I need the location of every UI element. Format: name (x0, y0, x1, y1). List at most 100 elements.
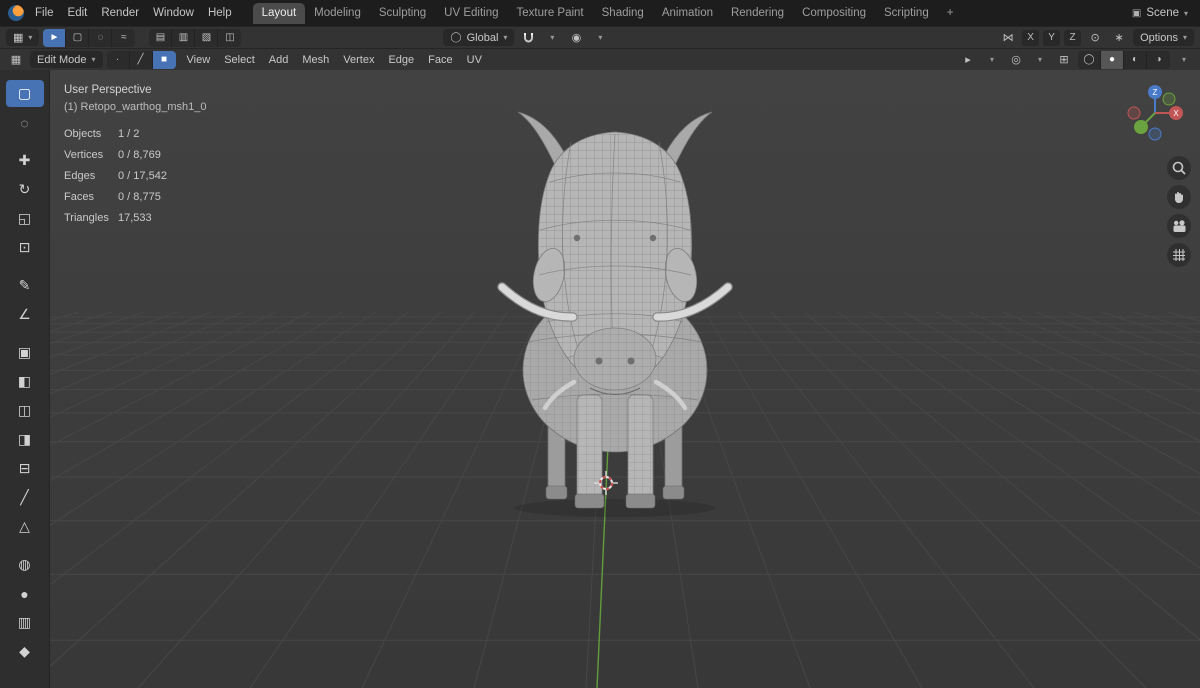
tool-spin[interactable]: ◍ (6, 551, 44, 578)
warthog-mesh[interactable] (497, 111, 733, 509)
mirror-x-toggle[interactable]: X (1022, 29, 1040, 46)
snap-extra-button[interactable]: ⊙ (1085, 29, 1105, 47)
viewport-menu-select[interactable]: Select (217, 52, 262, 68)
workspace-tab-shading[interactable]: Shading (593, 3, 653, 24)
tool-add-cube[interactable]: ▣ (6, 339, 44, 366)
pan-button[interactable] (1167, 185, 1191, 209)
tool-poly-build[interactable]: △ (6, 513, 44, 540)
show-gizmo-button[interactable]: ▸ (958, 51, 978, 69)
menu-file[interactable]: File (28, 5, 61, 21)
tool-loop-cut[interactable]: ⊟ (6, 455, 44, 482)
tool-select-box-button[interactable]: ▢ (66, 28, 90, 47)
overlays-dropdown[interactable]: ▾ (1030, 51, 1050, 69)
gizmo-neg-y-axis[interactable] (1162, 92, 1176, 106)
editor-type-button[interactable]: ▦ ▾ (6, 29, 40, 46)
xray-toggle-button[interactable]: ⊞ (1054, 51, 1074, 69)
tool-edge-slide[interactable]: ▥ (6, 609, 44, 636)
proportional-falloff-dropdown[interactable]: ▾ (590, 29, 610, 47)
tool-tweak-button[interactable]: ► (43, 28, 67, 47)
tool-option-2-button[interactable]: ▥ (172, 28, 196, 47)
editor-type-3d-button[interactable]: ▦ (6, 51, 26, 69)
tool-transform[interactable]: ⊡ (6, 234, 44, 261)
tool-rip-region[interactable]: ◆ (6, 638, 44, 665)
menu-help[interactable]: Help (201, 5, 239, 21)
select-lasso-icon: ≈ (121, 32, 127, 43)
viewport-menu-mesh[interactable]: Mesh (295, 52, 336, 68)
camera-view-button[interactable] (1167, 214, 1191, 238)
snap-settings-dropdown[interactable]: ▾ (542, 29, 562, 47)
viewport-menu-vertex[interactable]: Vertex (336, 52, 381, 68)
viewport-menu-face[interactable]: Face (421, 52, 459, 68)
target-icon: ⊙ (1090, 32, 1100, 44)
vertex-select-mode-button[interactable]: ∙ (107, 50, 130, 69)
mirror-y-toggle[interactable]: Y (1043, 29, 1061, 46)
face-select-mode-button[interactable]: ■ (152, 50, 176, 69)
wireframe-shading-button[interactable]: ◯ (1078, 50, 1101, 69)
show-overlays-button[interactable]: ◎ (1006, 51, 1026, 69)
tool-select-box[interactable]: ▢ (5, 80, 44, 107)
viewport-menu-uv[interactable]: UV (460, 52, 489, 68)
mode-dropdown[interactable]: Edit Mode ▾ (30, 51, 103, 68)
view-perspective-label: User Perspective (64, 84, 152, 96)
workspace-tab-uv-editing[interactable]: UV Editing (435, 3, 507, 24)
workspace-tab-plus[interactable]: + (938, 3, 963, 24)
gizmo-neg-z-axis[interactable] (1148, 127, 1162, 141)
edge-select-mode-button[interactable]: ╱ (130, 50, 153, 69)
workspace-tab-modeling[interactable]: Modeling (305, 3, 370, 24)
tool-smooth[interactable]: ● (6, 580, 44, 607)
menu-render[interactable]: Render (94, 5, 146, 21)
viewport-menu-add[interactable]: Add (262, 52, 296, 68)
tool-knife[interactable]: ╱ (6, 484, 44, 511)
viewport-menu-edge[interactable]: Edge (381, 52, 421, 68)
tool-option-1-button[interactable]: ▤ (149, 28, 173, 47)
orthographic-toggle-button[interactable] (1167, 243, 1191, 267)
workspace-tab-compositing[interactable]: Compositing (793, 3, 875, 24)
tool-scale[interactable]: ◱ (6, 205, 44, 232)
tool-measure[interactable]: ∠ (6, 301, 44, 328)
material-shading-button[interactable]: ◐ (1124, 50, 1147, 69)
wireframe-sphere-icon: ◯ (1083, 54, 1095, 65)
3d-viewport[interactable]: User Perspective (1) Retopo_warthog_msh1… (50, 70, 1200, 688)
workspace-tab-sculpting[interactable]: Sculpting (370, 3, 435, 24)
mirror-z-toggle[interactable]: Z (1064, 29, 1082, 46)
scene-selector[interactable]: ▣ Scene ▾ (1132, 7, 1192, 19)
solid-shading-button[interactable]: ● (1101, 50, 1124, 69)
tool-inset-faces[interactable]: ◫ (6, 397, 44, 424)
workspace-tab-rendering[interactable]: Rendering (722, 3, 793, 24)
mirror-icon-button[interactable]: ⋈ (998, 29, 1018, 47)
tool-annotate[interactable]: ✎ (6, 272, 44, 299)
gizmo-dropdown[interactable]: ▾ (982, 51, 1002, 69)
blender-logo-icon[interactable] (8, 5, 24, 21)
tool-extrude-region[interactable]: ◧ (6, 368, 44, 395)
tool-rotate[interactable]: ↻ (6, 176, 44, 203)
options-extra-button[interactable]: ∗ (1109, 29, 1129, 47)
options-dropdown[interactable]: Options ▾ (1133, 29, 1194, 46)
proportional-editing-button[interactable]: ◉ (566, 29, 586, 47)
grid-icon: ◫ (225, 32, 235, 43)
tool-move[interactable]: ✚ (6, 147, 44, 174)
navigation-gizmo[interactable]: Z X (1120, 78, 1190, 148)
tool-bevel[interactable]: ◨ (6, 426, 44, 453)
shading-dropdown[interactable]: ▾ (1174, 51, 1194, 69)
workspace-tab-layout[interactable]: Layout (252, 2, 306, 24)
tool-option-3-button[interactable]: ▧ (195, 28, 219, 47)
tool-select-circle-button[interactable]: ◌ (89, 28, 113, 47)
tool-select-lasso-button[interactable]: ≈ (112, 29, 135, 47)
menu-edit[interactable]: Edit (61, 5, 95, 21)
select-circle-icon: ◌ (97, 32, 104, 43)
svg-text:X: X (1173, 109, 1179, 118)
svg-text:Z: Z (1153, 88, 1158, 97)
transform-orientation-dropdown[interactable]: ◯ Global ▾ (443, 29, 515, 46)
tool-cursor[interactable]: ◌ (6, 109, 44, 136)
menu-window[interactable]: Window (146, 5, 201, 21)
workspace-tab-scripting[interactable]: Scripting (875, 3, 938, 24)
tool-option-4-button[interactable]: ◫ (218, 29, 241, 47)
workspace-tab-animation[interactable]: Animation (653, 3, 722, 24)
rendered-shading-button[interactable]: ◑ (1147, 51, 1170, 69)
gizmo-y-axis[interactable] (1134, 120, 1148, 134)
zoom-button[interactable] (1167, 156, 1191, 180)
workspace-tab-texture-paint[interactable]: Texture Paint (508, 3, 593, 24)
gizmo-neg-x-axis[interactable] (1127, 106, 1141, 120)
viewport-menu-view[interactable]: View (180, 52, 218, 68)
snap-toggle-button[interactable] (518, 29, 538, 47)
